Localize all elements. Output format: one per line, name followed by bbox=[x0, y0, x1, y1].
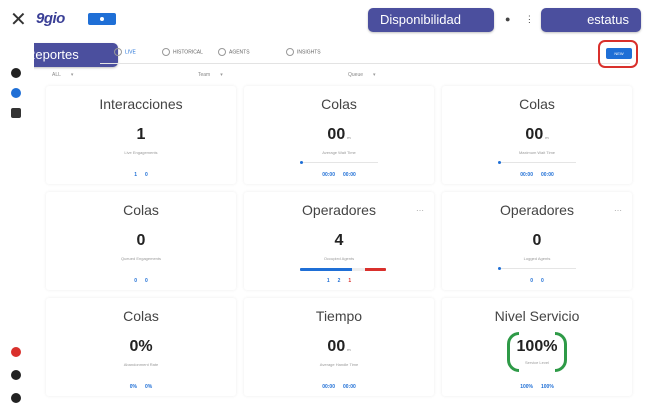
filter-row: ALL ▾ Team ▾ Queue ▾ bbox=[48, 70, 628, 84]
card-subtitle: Logged Agents bbox=[523, 256, 551, 261]
slider-marker bbox=[498, 161, 501, 164]
alert-icon[interactable] bbox=[11, 347, 21, 357]
card-title: Operadores bbox=[500, 202, 574, 218]
settings-icon[interactable] bbox=[11, 393, 21, 403]
wait-slider bbox=[498, 161, 576, 164]
card-colas-avg-wait: Colas 00 m Average Wait Time 00:00 00:00 bbox=[244, 86, 434, 184]
card-subtitle: Abandonment Rate bbox=[123, 362, 159, 367]
chevron-down-icon: ▾ bbox=[70, 72, 74, 78]
card-operadores-occupied: Operadores ⋯ 4 Occupied Agents 121 bbox=[244, 192, 434, 290]
chat-icon[interactable] bbox=[11, 370, 21, 380]
card-nivel-servicio: Nivel Servicio 100% Service Level 100% 10… bbox=[442, 298, 632, 396]
card-value: 1 bbox=[136, 126, 146, 143]
card-title: Colas bbox=[519, 96, 555, 112]
card-title: Colas bbox=[123, 202, 159, 218]
card-title: Colas bbox=[123, 308, 159, 324]
card-stats: 00 bbox=[134, 278, 148, 284]
chart-icon bbox=[286, 48, 294, 56]
bar-busy bbox=[364, 268, 386, 271]
card-subtitle: Occupied Agents bbox=[323, 256, 355, 261]
tab-agents[interactable]: Agents bbox=[218, 48, 250, 56]
card-tiempo: Tiempo 00 m Average Handle Time 00:00 00:0… bbox=[244, 298, 434, 396]
reports-icon[interactable] bbox=[11, 88, 21, 98]
card-stats: 00:00 00:00 bbox=[520, 172, 554, 178]
chevron-down-icon: ▾ bbox=[373, 72, 376, 78]
slider-marker bbox=[498, 267, 501, 270]
card-title: Colas bbox=[321, 96, 357, 112]
new-button[interactable]: NEW bbox=[606, 48, 632, 59]
card-subtitle: Average Handle Time bbox=[319, 362, 359, 367]
card-subtitle: Service Level bbox=[524, 360, 549, 365]
card-stats: 0% 0% bbox=[129, 384, 153, 390]
filter-queue[interactable]: Queue ▾ bbox=[348, 72, 376, 78]
callout-disponibilidad: Disponibilidad bbox=[368, 8, 494, 32]
metrics-grid: Interacciones 1 Live Engagements 10 Cola… bbox=[40, 86, 640, 400]
card-subtitle: Maximum Wait Time bbox=[518, 150, 556, 155]
slider-marker bbox=[300, 161, 303, 164]
report-tabs: Live Historical Agents Insights bbox=[100, 44, 630, 64]
card-subtitle: Average Wait Time bbox=[322, 150, 356, 155]
card-title: Nivel Servicio bbox=[494, 308, 580, 324]
callout-estatus: estatus bbox=[541, 8, 641, 32]
card-value: 0 bbox=[136, 232, 146, 249]
card-value: 0 bbox=[532, 232, 542, 249]
app-switcher-button[interactable] bbox=[88, 13, 116, 25]
home-icon[interactable] bbox=[11, 68, 21, 78]
agent-slider bbox=[498, 267, 576, 270]
service-level-gauge: 100% Service Level bbox=[507, 332, 567, 372]
card-title: Tiempo bbox=[315, 308, 363, 324]
top-status-icons[interactable]: ● ⋮ bbox=[505, 14, 540, 25]
card-value: 00 m bbox=[327, 338, 351, 355]
dashboard-icon bbox=[114, 48, 122, 56]
more-options-icon[interactable]: ⋯ bbox=[614, 206, 622, 215]
card-stats: 121 bbox=[326, 278, 352, 284]
card-subtitle: Live Engagements bbox=[124, 150, 158, 155]
card-title: Interacciones bbox=[99, 96, 183, 112]
tab-live[interactable]: Live bbox=[114, 48, 136, 56]
card-title: Operadores bbox=[302, 202, 376, 218]
bar-available bbox=[300, 268, 352, 271]
wait-slider bbox=[300, 161, 378, 164]
card-colas-max-wait: Colas 00 m Maximum Wait Time 00:00 00:00 bbox=[442, 86, 632, 184]
card-stats: 00 bbox=[530, 278, 544, 284]
card-value: 4 bbox=[334, 232, 344, 249]
card-value: 00 m bbox=[525, 126, 549, 143]
tabs-divider bbox=[100, 63, 630, 64]
card-operadores-logged: Operadores ⋯ 0 Logged Agents 00 bbox=[442, 192, 632, 290]
agent-status-bar bbox=[300, 268, 386, 271]
card-stats: 10 bbox=[134, 172, 148, 178]
sidebar bbox=[0, 40, 34, 404]
card-value: 0% bbox=[129, 338, 153, 355]
tab-insights[interactable]: Insights bbox=[286, 48, 321, 56]
filter-team[interactable]: Team ▾ bbox=[198, 72, 223, 78]
clock-icon bbox=[162, 48, 170, 56]
person-icon bbox=[218, 48, 226, 56]
tab-historical[interactable]: Historical bbox=[162, 48, 203, 56]
app-logo: 9gio bbox=[36, 10, 65, 27]
card-value: 00 m bbox=[327, 126, 351, 143]
more-options-icon[interactable]: ⋯ bbox=[416, 206, 424, 215]
card-stats: 00:00 00:00 bbox=[322, 384, 356, 390]
card-value: 100% bbox=[516, 338, 558, 355]
chevron-down-icon: ▾ bbox=[220, 72, 223, 78]
card-interacciones: Interacciones 1 Live Engagements 10 bbox=[46, 86, 236, 184]
card-stats: 00:00 00:00 bbox=[322, 172, 356, 178]
filter-all[interactable]: ALL ▾ bbox=[52, 72, 73, 78]
lock-icon[interactable] bbox=[11, 108, 21, 118]
card-colas-queued: Colas 0 Queued Engagements 00 bbox=[46, 192, 236, 290]
card-stats: 100% 100% bbox=[520, 384, 554, 390]
card-colas-abandon: Colas 0% Abandonment Rate 0% 0% bbox=[46, 298, 236, 396]
card-subtitle: Queued Engagements bbox=[120, 256, 162, 261]
close-icon[interactable]: ✕ bbox=[10, 8, 27, 32]
